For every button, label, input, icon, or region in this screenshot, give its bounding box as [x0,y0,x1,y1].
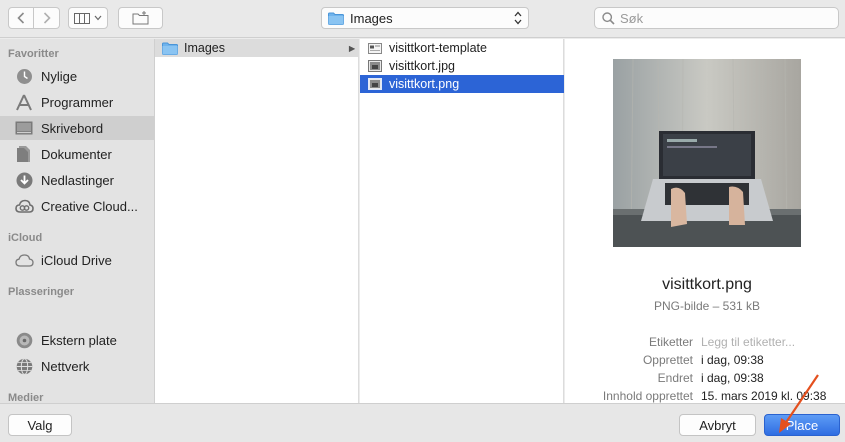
meta-row-modified: Endret i dag, 09:38 [565,371,845,387]
sidebar-item-creative-cloud[interactable]: Creative Cloud... [0,194,154,218]
chevron-left-icon [17,12,25,24]
search-icon [602,11,615,25]
network-icon [14,357,34,375]
sidebar-item-skrivebord[interactable]: Skrivebord [0,116,154,140]
sidebar-item-programmer[interactable]: Programmer [0,90,154,114]
external-disk-icon [14,331,34,349]
meta-key: Opprettet [642,353,693,367]
preview-thumbnail [613,59,801,247]
applications-icon [14,93,34,111]
view-mode-button[interactable] [68,7,108,29]
columns-view-icon [74,12,90,24]
meta-value: i dag, 09:38 [701,371,764,385]
preview-filename: visittkort.png [662,276,752,293]
search-input[interactable] [620,10,820,26]
bottom-bar: Valg Avbryt Place [0,403,845,442]
new-folder-icon [132,11,148,25]
section-favorites: Favoritter [8,48,59,60]
preview-kind: PNG-bilde – 531 kB [653,299,761,313]
cancel-button[interactable]: Avbryt [679,414,756,436]
sidebar-item-icloud-drive[interactable]: iCloud Drive [0,248,154,272]
folder-icon [162,41,178,55]
cloud-icon [14,251,34,269]
image-file-icon [367,77,383,91]
document-icon [14,145,34,163]
chevron-down-icon [94,15,102,21]
sidebar-item-nettverk[interactable]: Nettverk [0,354,154,378]
creative-cloud-icon [14,197,34,215]
back-button[interactable] [8,7,34,29]
section-icloud: iCloud [8,232,43,244]
path-popup-label: Images [350,10,393,26]
forward-button[interactable] [34,7,60,29]
options-button[interactable]: Valg [8,414,72,436]
desktop-icon [14,119,34,137]
new-folder-button[interactable] [118,7,163,29]
list-item-visittkort-template[interactable]: visittkort-template ▶ [349,39,564,57]
sidebar: Favoritter Nylige Programmer Skrivebord … [0,39,155,403]
image-file-icon [367,59,383,73]
meta-row-tags: Etiketter Legg til etiketter... [565,335,845,351]
place-button[interactable]: Place [764,414,840,436]
search-field[interactable] [594,7,839,29]
list-item-images-folder[interactable]: Images ▶ [155,39,359,57]
section-locations: Plasseringer [8,286,75,298]
meta-value: 15. mars 2019 kl. 09:38 [701,389,827,403]
list-item-visittkort-jpg[interactable]: visittkort.jpg [360,57,564,75]
template-file-icon [367,41,383,55]
laptop-photo-image [613,59,801,247]
list-item-visittkort-png[interactable]: visittkort.png [360,75,564,93]
meta-row-created: Opprettet i dag, 09:38 [565,353,845,369]
tags-input[interactable]: Legg til etiketter... [701,335,795,349]
section-media: Medier [8,392,44,403]
meta-key: Endret [657,371,693,385]
meta-key: Innhold opprettet [602,389,693,403]
meta-key: Etiketter [648,335,693,349]
browser-column-2: visittkort-template ▶ visittkort.jpg vis… [349,39,564,403]
sidebar-item-nedlastinger[interactable]: Nedlastinger [0,168,154,192]
folder-icon [328,12,344,25]
sidebar-item-dokumenter[interactable]: Dokumenter [0,142,154,166]
updown-chevron-icon [514,10,522,27]
disclosure-arrow-icon: ▶ [349,43,356,53]
meta-row-content-created: Innhold opprettet 15. mars 2019 kl. 09:3… [565,389,845,403]
sidebar-item-nylige[interactable]: Nylige [0,64,154,88]
path-popup[interactable]: Images [321,7,529,29]
meta-value: i dag, 09:38 [701,353,764,367]
browser-column-1: Images ▶ [155,39,359,403]
clock-icon [14,67,34,85]
chevron-right-icon [43,12,51,24]
download-icon [14,171,34,189]
sidebar-item-ekstern-plate[interactable]: Ekstern plate [0,328,154,352]
preview-pane: visittkort.png PNG-bilde – 531 kB Etiket… [565,39,845,403]
toolbar: Images [0,0,845,38]
